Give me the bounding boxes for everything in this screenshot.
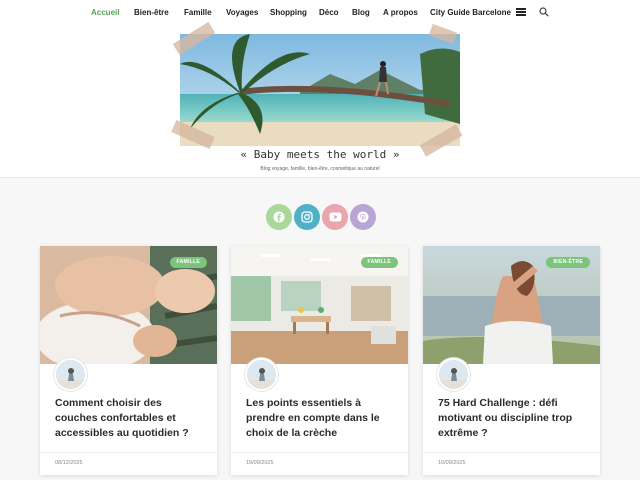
post-title[interactable]: Les points essentiels à prendre en compt… — [246, 396, 396, 441]
post-image-baby-diaper[interactable]: FAMILLE — [40, 246, 217, 364]
card-divider — [423, 452, 600, 453]
site-header: « Baby meets the world » Blog voyage, fa… — [0, 21, 640, 178]
youtube-icon — [329, 212, 341, 222]
pinterest-icon — [357, 211, 369, 223]
post-card[interactable]: BIEN-ÊTRE 75 Hard Challenge : défi motiv… — [423, 246, 600, 475]
main-navigation: Accueil Bien-être Famille Voyages Shoppi… — [0, 0, 640, 26]
author-avatar[interactable] — [245, 358, 278, 391]
post-image-woman-stretching[interactable]: BIEN-ÊTRE — [423, 246, 600, 364]
instagram-button[interactable] — [294, 204, 320, 230]
hamburger-menu-icon[interactable] — [516, 8, 526, 16]
post-date: 19/09/2025 — [246, 460, 274, 466]
nav-item-shopping[interactable]: Shopping — [270, 8, 307, 17]
instagram-icon — [301, 211, 313, 223]
nav-item-voyages[interactable]: Voyages — [226, 8, 258, 17]
nav-item-bien-etre[interactable]: Bien-être — [134, 8, 169, 17]
card-divider — [40, 452, 217, 453]
site-title[interactable]: « Baby meets the world » — [0, 148, 640, 161]
site-tagline: Blog voyage, famille, bien-être, cosméti… — [260, 166, 380, 172]
post-title[interactable]: 75 Hard Challenge : défi motivant ou dis… — [438, 396, 588, 441]
social-links — [266, 204, 376, 230]
nav-item-famille[interactable]: Famille — [184, 8, 212, 17]
category-badge[interactable]: BIEN-ÊTRE — [546, 257, 590, 268]
pinterest-button[interactable] — [350, 204, 376, 230]
post-card[interactable]: FAMILLE Comment choisir des couches conf… — [40, 246, 217, 475]
post-title[interactable]: Comment choisir des couches confortables… — [55, 396, 205, 441]
search-icon[interactable] — [539, 7, 549, 17]
post-image-creche-classroom[interactable]: FAMILLE — [231, 246, 408, 364]
nav-item-accueil[interactable]: Accueil — [91, 8, 119, 17]
post-date: 08/12/2025 — [55, 460, 83, 466]
author-avatar[interactable] — [437, 358, 470, 391]
facebook-button[interactable] — [266, 204, 292, 230]
nav-item-a-propos[interactable]: A propos — [383, 8, 418, 17]
post-card[interactable]: FAMILLE Les points essentiels à prendre … — [231, 246, 408, 475]
category-badge[interactable]: FAMILLE — [360, 257, 398, 268]
nav-item-blog[interactable]: Blog — [352, 8, 370, 17]
facebook-icon — [273, 211, 285, 223]
youtube-button[interactable] — [322, 204, 348, 230]
category-badge[interactable]: FAMILLE — [169, 257, 207, 268]
author-avatar[interactable] — [54, 358, 87, 391]
card-divider — [231, 452, 408, 453]
post-date: 10/09/2025 — [438, 460, 466, 466]
header-divider — [0, 177, 640, 178]
nav-item-city-guide-barcelone[interactable]: City Guide Barcelone — [430, 8, 511, 17]
nav-item-deco[interactable]: Déco — [319, 8, 339, 17]
hero-image-palm-tree-beach — [180, 34, 460, 146]
